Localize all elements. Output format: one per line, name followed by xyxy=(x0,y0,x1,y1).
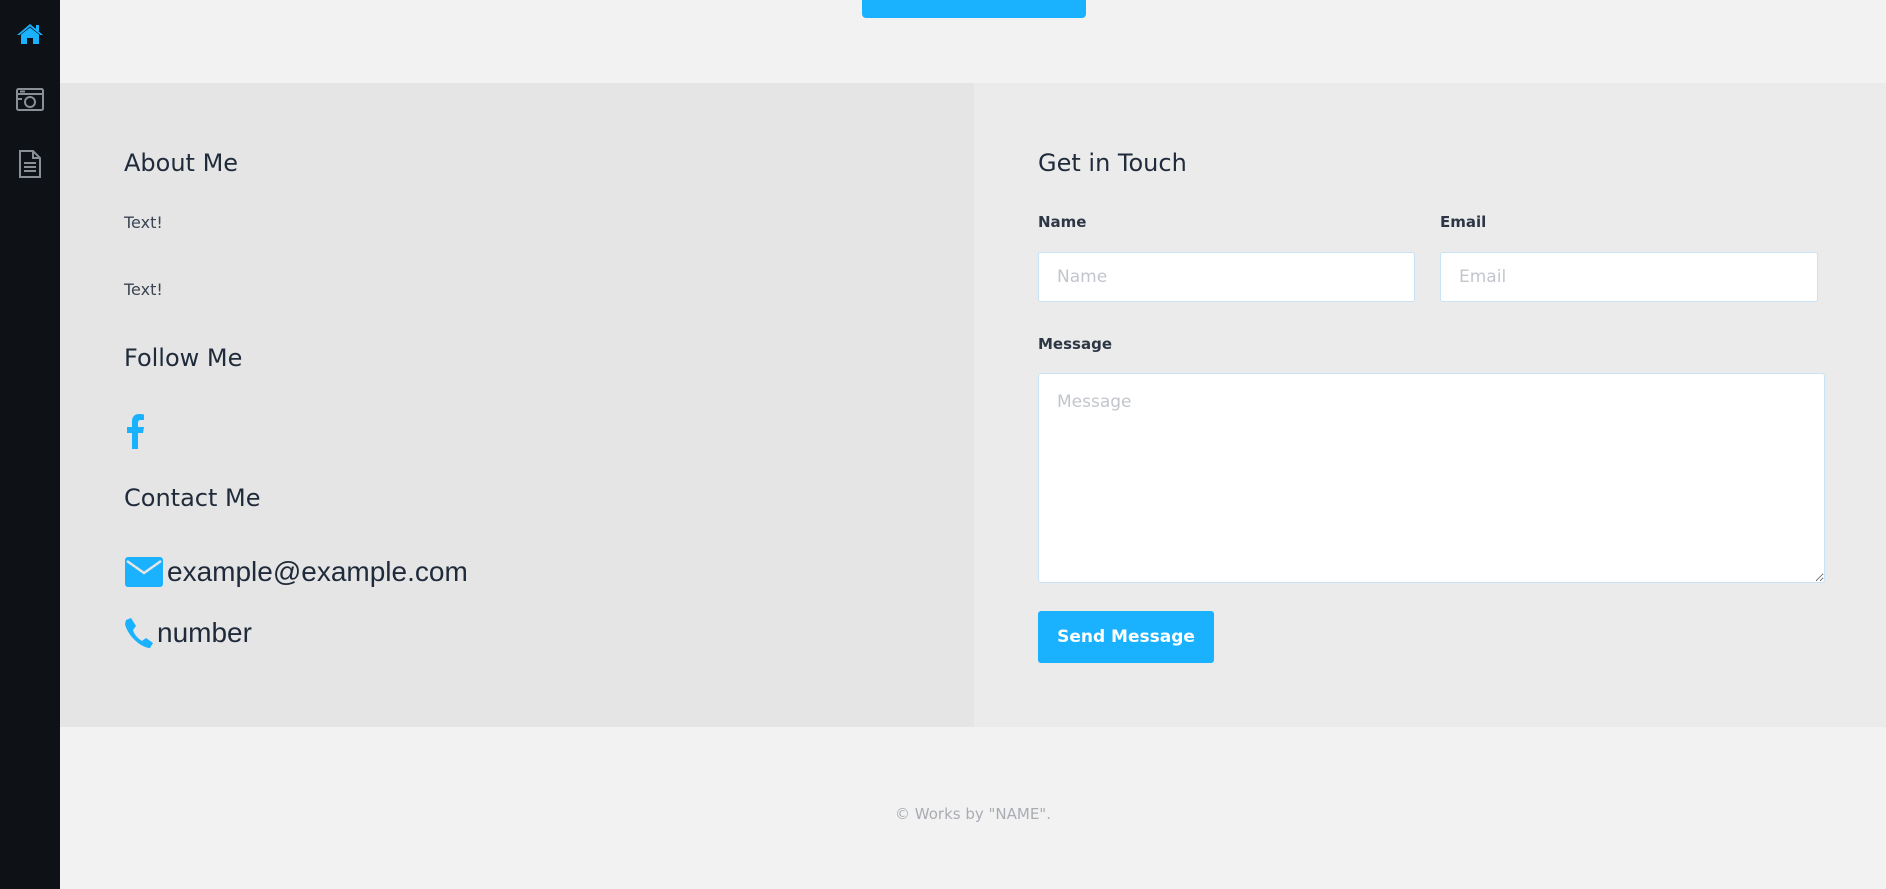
sidebar xyxy=(0,0,60,889)
camera-icon xyxy=(15,86,45,112)
sidebar-item-gallery[interactable] xyxy=(0,73,60,125)
document-icon xyxy=(17,149,43,179)
facebook-link[interactable] xyxy=(124,413,146,449)
about-paragraph-2: Text! xyxy=(124,280,163,299)
name-input[interactable] xyxy=(1038,252,1415,302)
phone-icon xyxy=(124,617,154,649)
email-label: Email xyxy=(1440,213,1487,231)
envelope-icon xyxy=(124,556,164,588)
facebook-icon xyxy=(124,414,146,453)
footer-copyright: © Works by "NAME". xyxy=(895,805,1051,823)
message-label: Message xyxy=(1038,335,1112,353)
send-message-button[interactable]: Send Message xyxy=(1038,611,1214,663)
contact-phone: number xyxy=(157,617,252,648)
email-input[interactable] xyxy=(1440,252,1818,302)
contact-form-panel: Get in Touch Name Email Message Send Mes… xyxy=(974,83,1886,727)
contact-phone-row: number xyxy=(124,617,252,649)
top-action-button[interactable] xyxy=(862,0,1086,18)
contact-heading: Contact Me xyxy=(124,484,261,512)
about-paragraph-1: Text! xyxy=(124,213,163,232)
follow-heading: Follow Me xyxy=(124,344,243,372)
form-heading: Get in Touch xyxy=(1038,149,1187,177)
contact-email: example@example.com xyxy=(167,556,468,587)
sidebar-item-documents[interactable] xyxy=(0,138,60,190)
message-textarea[interactable] xyxy=(1038,373,1825,583)
sidebar-item-home[interactable] xyxy=(0,8,60,60)
main-content: About Me Text! Text! Follow Me Contact M… xyxy=(60,0,1886,889)
name-label: Name xyxy=(1038,213,1087,231)
contact-email-row: example@example.com xyxy=(124,556,468,588)
about-heading: About Me xyxy=(124,149,239,177)
home-icon xyxy=(16,22,44,46)
about-panel: About Me Text! Text! Follow Me Contact M… xyxy=(60,83,974,727)
